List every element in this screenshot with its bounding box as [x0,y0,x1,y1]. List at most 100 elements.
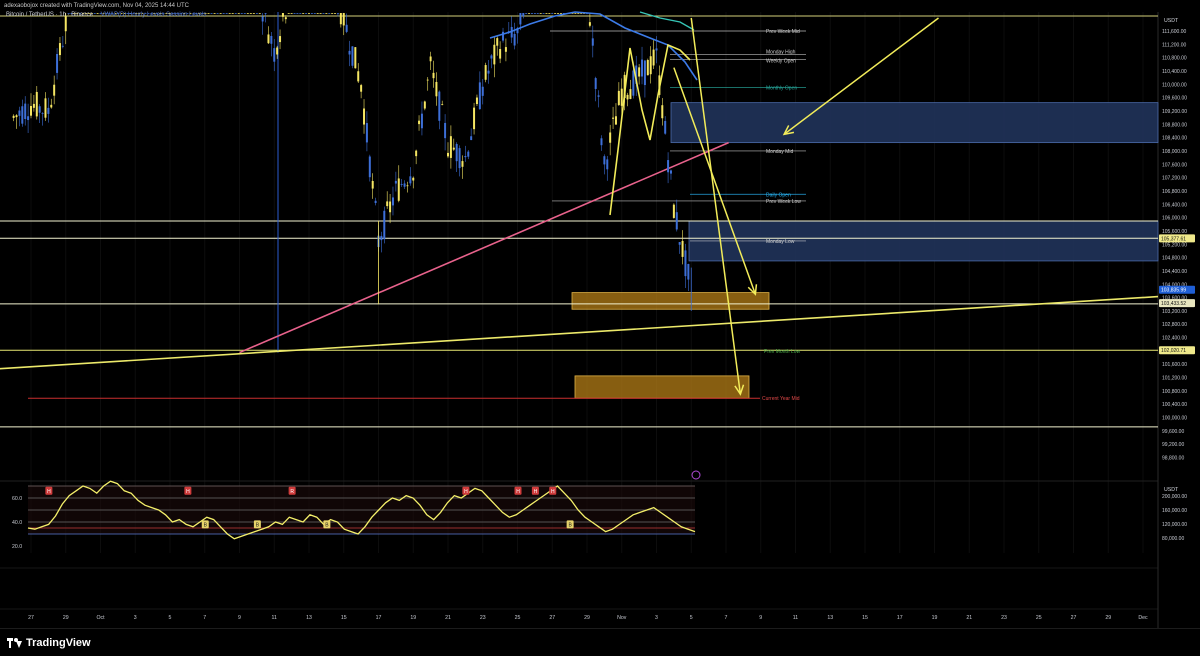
tradingview-brand-text: TradingView [26,637,91,649]
candle-body [675,212,678,230]
demand-zone [571,292,770,310]
candle-body [15,115,18,118]
price-tick-label: 110,400.00 [1162,69,1187,75]
candle-body [264,13,267,14]
candle-body [313,13,316,14]
time-tick-label: 27 [1071,615,1077,621]
candle-body [258,13,261,14]
candle-body [418,120,421,125]
candle-body [444,122,447,139]
candle-body [470,136,473,141]
oscillator-right-tick: 80,000.00 [1162,536,1184,542]
price-tick-label: 107,200.00 [1162,176,1187,182]
candle-body [35,91,38,117]
signal-marker-label: H [516,489,520,495]
candle-body [30,105,32,116]
price-tick-label: 105,600.00 [1162,229,1187,235]
time-tick-label: 11 [793,615,798,621]
candle-body [389,201,392,213]
candle-body [293,13,296,14]
candle-body [249,13,252,14]
signal-marker-label: H [47,489,51,495]
oscillator-right-tick: 160,000.00 [1162,508,1187,514]
time-tick-label: 9 [759,615,762,621]
candle-body [310,13,313,14]
candle-body [614,116,617,125]
candle-body [420,113,423,129]
candle-body [394,180,397,184]
candle-body [53,84,56,96]
candle-body [228,13,231,14]
time-tick-label: 17 [897,615,903,621]
oscillator-tick-label: 60.0 [12,496,22,502]
price-tick-label: 103,200.00 [1162,309,1187,315]
candle-body [551,13,554,14]
candle-body [412,177,415,181]
candle-body [554,13,557,14]
level-label: Daily Open [766,192,791,198]
tradingview-mark-icon [7,638,22,648]
candle-body [222,13,225,14]
symbol-label[interactable]: Bitcoin / TetherUS · 1h · Binance [6,12,93,18]
candle-body [64,16,67,32]
price-tick-label: 100,400.00 [1162,402,1187,408]
candle-body [261,16,264,22]
candle-body [678,242,681,245]
price-tick-label: 102,800.00 [1162,322,1187,328]
symbol-legend[interactable]: Bitcoin / TetherUS · 1h · Binance VWAP(D… [6,12,206,18]
time-tick-label: Nov [617,615,627,621]
chart-canvas[interactable]: Prev Week Mid Monday High Weekly Open Month… [0,0,1200,628]
signal-marker-label: R [290,489,294,495]
candle-body [354,47,357,69]
candle-body [519,13,522,25]
candle-body [328,13,331,14]
candle-body [243,13,246,14]
candle-body [626,94,629,100]
price-tick-label: 104,400.00 [1162,269,1187,275]
candle-body [58,43,61,56]
candle-body [574,13,577,14]
candle-body [234,13,237,14]
candle-body [467,151,470,157]
candle-body [536,13,539,14]
tradingview-logo[interactable]: TradingView [7,637,91,649]
price-tick-label: 101,600.00 [1162,362,1187,368]
time-tick-label: 9 [238,615,241,621]
candle-body [452,147,455,150]
price-label-text: 103,835.99 [1161,288,1186,294]
candle-body [290,13,293,14]
candle-body [591,38,594,46]
candle-body [380,235,383,241]
signal-marker-label: H [551,489,555,495]
candle-body [302,13,305,14]
candle-body [299,13,302,14]
candle-body [667,160,670,173]
time-tick-label: 23 [1001,615,1007,621]
candle-body [281,13,284,17]
candle-body [643,60,646,86]
candle-body [525,13,528,14]
candle-body [620,88,623,106]
level-label: Prev Week Mid [766,29,800,35]
price-tick-label: 108,800.00 [1162,122,1187,128]
candle-body [652,49,655,66]
candle-body [334,13,337,14]
price-tick-label: 106,400.00 [1162,202,1187,208]
time-tick-label: 11 [272,615,277,621]
candle-body [426,79,429,81]
price-tick-label: 101,200.00 [1162,376,1187,382]
demand-zone [574,375,750,399]
candle-body [473,107,476,130]
candle-body [522,13,525,17]
candle-body [461,161,464,167]
candle-body [371,180,374,189]
candle-body [267,34,270,44]
candle-body [548,13,551,14]
candle-body [409,176,412,184]
time-tick-label: 25 [1036,615,1042,621]
candle-body [533,13,536,14]
candle-body [270,35,273,44]
oscillator-right-tick: 120,000.00 [1162,522,1187,528]
level-label: Weekly Open [766,58,796,64]
indicators-label[interactable]: VWAP(D) Hourly Levels Session Levels [101,12,207,18]
